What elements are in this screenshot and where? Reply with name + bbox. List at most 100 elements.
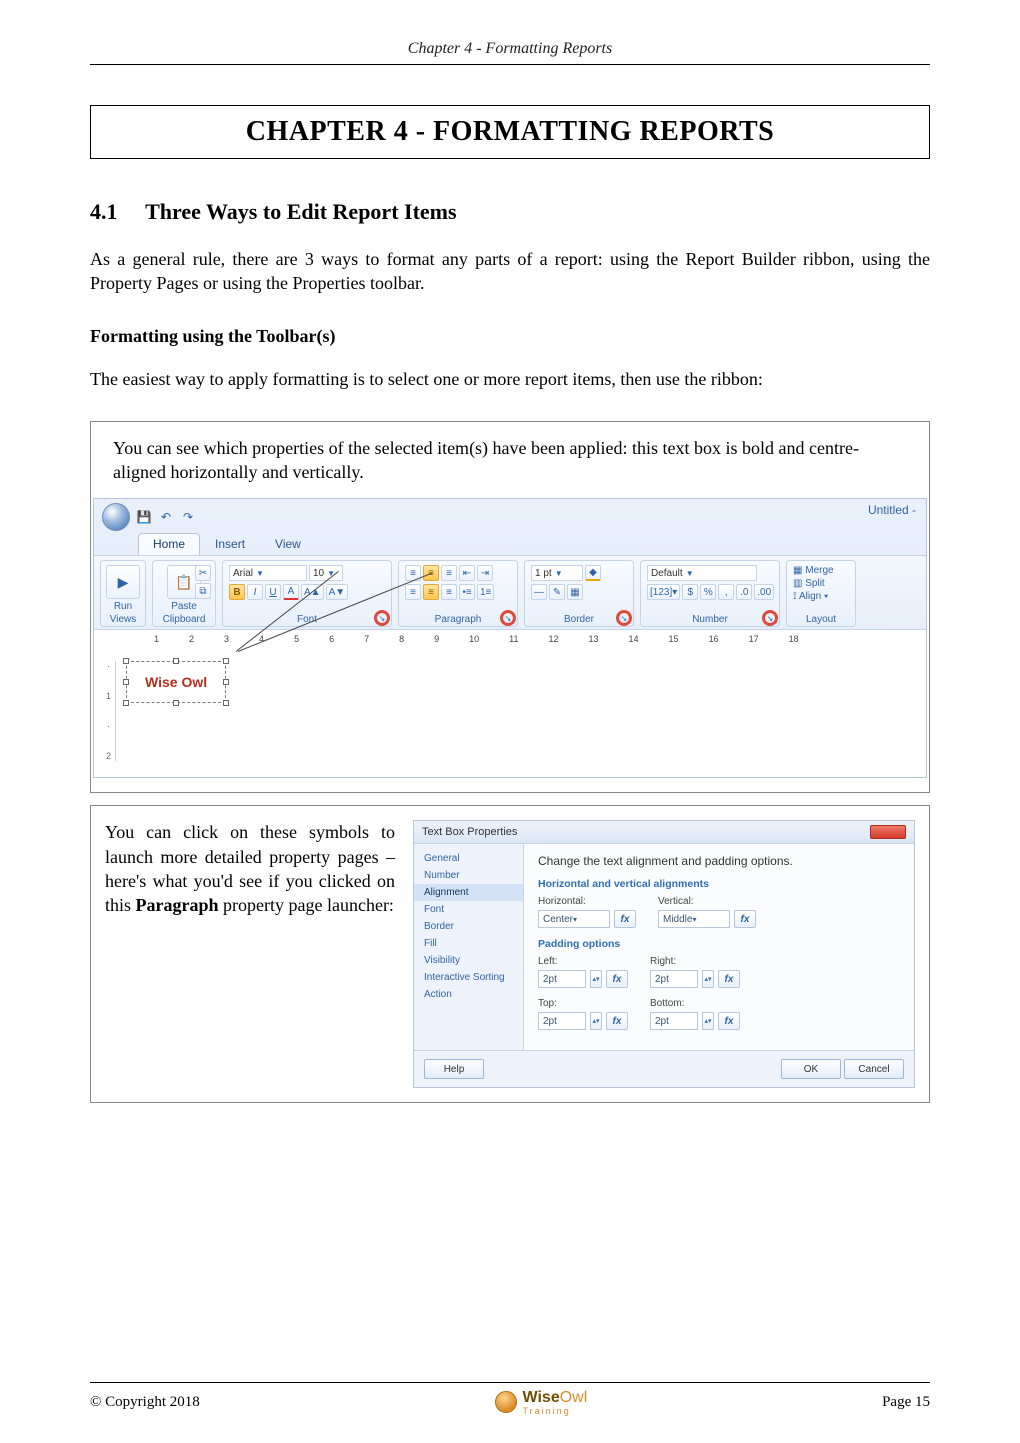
nav-general[interactable]: General: [414, 850, 523, 867]
logo-text-owl: Owl: [560, 1389, 588, 1406]
bold-button[interactable]: B: [229, 584, 245, 600]
pad-left-fx-button[interactable]: fx: [606, 970, 628, 988]
group-clipboard: 📋 Paste ✂ ⧉ Clipboard: [152, 560, 216, 627]
redo-icon[interactable]: ↷: [180, 509, 196, 525]
tab-home[interactable]: Home: [138, 533, 200, 555]
pad-top-label: Top:: [538, 998, 628, 1009]
number-format-combo[interactable]: Default▼: [647, 565, 757, 581]
pad-bottom-spinner[interactable]: ▴▾: [702, 1012, 714, 1030]
pad-right-input[interactable]: 2pt: [650, 970, 698, 988]
section-intro: As a general rule, there are 3 ways to f…: [90, 247, 930, 296]
pad-right-label: Right:: [650, 956, 740, 967]
indent-button[interactable]: ⇥: [477, 565, 493, 581]
nav-fill[interactable]: Fill: [414, 935, 523, 952]
dialog-main: Change the text alignment and padding op…: [524, 844, 914, 1050]
numbering-button[interactable]: 1≡: [477, 584, 494, 600]
number-launcher[interactable]: ↘: [764, 612, 776, 624]
save-icon[interactable]: 💾: [136, 509, 152, 525]
pad-top-spinner[interactable]: ▴▾: [590, 1012, 602, 1030]
subsection-heading: Formatting using the Toolbar(s): [90, 326, 930, 347]
pad-bottom-fx-button[interactable]: fx: [718, 1012, 740, 1030]
run-button[interactable]: ▶: [106, 565, 140, 599]
font-launcher[interactable]: ↘: [376, 612, 388, 624]
halign-combo[interactable]: Center ▾: [538, 910, 610, 928]
font-name-combo[interactable]: Arial▼: [229, 565, 307, 581]
ribbon: 💾 ↶ ↷ Untitled - Home Insert View ▶ Run …: [93, 498, 927, 778]
placeholder-button[interactable]: [123]▾: [647, 584, 680, 600]
pad-left-input[interactable]: 2pt: [538, 970, 586, 988]
selected-textbox[interactable]: Wise Owl: [126, 661, 226, 703]
number-format-value: Default: [651, 568, 683, 579]
dialog-title: Text Box Properties: [422, 826, 517, 838]
inc-decimal-button[interactable]: .0: [736, 584, 752, 600]
italic-button[interactable]: I: [247, 584, 263, 600]
subsection-lead: The easiest way to apply formatting is t…: [90, 367, 930, 391]
pad-top-input[interactable]: 2pt: [538, 1012, 586, 1030]
undo-icon[interactable]: ↶: [158, 509, 174, 525]
nav-number[interactable]: Number: [414, 867, 523, 884]
chapter-title-box: CHAPTER 4 - FORMATTING REPORTS: [90, 105, 930, 159]
pad-left-spinner[interactable]: ▴▾: [590, 970, 602, 988]
nav-visibility[interactable]: Visibility: [414, 952, 523, 969]
copy-icon[interactable]: ⧉: [195, 583, 211, 599]
bullets-button[interactable]: •≡: [459, 584, 475, 600]
split-button[interactable]: ▥ Split: [793, 578, 834, 589]
currency-button[interactable]: $: [682, 584, 698, 600]
chapter-title: CHAPTER 4 - FORMATTING REPORTS: [91, 116, 929, 148]
border-launcher[interactable]: ↘: [618, 612, 630, 624]
cut-icon[interactable]: ✂: [195, 565, 211, 581]
merge-button[interactable]: ▦ Merge: [793, 565, 834, 576]
nav-interactive-sorting[interactable]: Interactive Sorting: [414, 969, 523, 986]
pad-bottom-input[interactable]: 2pt: [650, 1012, 698, 1030]
group-clipboard-label: Clipboard: [163, 614, 206, 625]
dialog-nav: General Number Alignment Font Border Fil…: [414, 844, 524, 1050]
nav-border[interactable]: Border: [414, 918, 523, 935]
dec-decimal-button[interactable]: .00: [754, 584, 774, 600]
border-style-button[interactable]: —: [531, 584, 547, 600]
pad-right-fx-button[interactable]: fx: [718, 970, 740, 988]
valign-combo[interactable]: Middle ▾: [658, 910, 730, 928]
pad-right-spinner[interactable]: ▴▾: [702, 970, 714, 988]
page-number: Page 15: [882, 1394, 930, 1411]
comma-button[interactable]: ,: [718, 584, 734, 600]
align-menu-button[interactable]: ⟟ Align ▾: [793, 591, 834, 602]
dialog-heading: Change the text alignment and padding op…: [538, 854, 900, 868]
align-center-button[interactable]: ≡: [423, 584, 439, 600]
tab-view[interactable]: View: [260, 533, 316, 555]
group-border-label: Border: [564, 614, 594, 625]
close-icon[interactable]: [870, 825, 906, 839]
font-name-value: Arial: [233, 568, 253, 579]
help-button[interactable]: Help: [424, 1059, 484, 1079]
pad-top-fx-button[interactable]: fx: [606, 1012, 628, 1030]
font-size-value: 10: [313, 568, 324, 579]
halign-fx-button[interactable]: fx: [614, 910, 636, 928]
paste-label: Paste: [171, 601, 197, 612]
border-color-button[interactable]: ◆: [585, 565, 601, 581]
align-left-button[interactable]: ≡: [405, 584, 421, 600]
border-width-combo[interactable]: 1 pt▼: [531, 565, 583, 581]
shrink-font-button[interactable]: A▼: [326, 584, 349, 600]
underline-button[interactable]: U: [265, 584, 281, 600]
valign-label: Vertical:: [658, 896, 756, 907]
ok-button[interactable]: OK: [781, 1059, 841, 1079]
group-number: Default▼ [123]▾ $ % , .0 .00 ↘ Number: [640, 560, 780, 627]
tab-insert[interactable]: Insert: [200, 533, 260, 555]
group-views-label: Views: [110, 614, 137, 625]
nav-font[interactable]: Font: [414, 901, 523, 918]
align-bottom-button[interactable]: ≡: [441, 565, 457, 581]
percent-button[interactable]: %: [700, 584, 716, 600]
border-preset-button[interactable]: ▦: [567, 584, 583, 600]
horizontal-ruler: 123 456 789 101112 131415 161718: [94, 629, 926, 647]
font-color-button[interactable]: A: [283, 584, 299, 600]
outdent-button[interactable]: ⇤: [459, 565, 475, 581]
border-pen-button[interactable]: ✎: [549, 584, 565, 600]
cancel-button[interactable]: Cancel: [844, 1059, 904, 1079]
valign-fx-button[interactable]: fx: [734, 910, 756, 928]
pad-left-label: Left:: [538, 956, 628, 967]
group-layout-label: Layout: [806, 614, 836, 625]
nav-alignment[interactable]: Alignment: [414, 884, 523, 901]
nav-action[interactable]: Action: [414, 986, 523, 1003]
paragraph-launcher[interactable]: ↘: [502, 612, 514, 624]
app-orb-icon[interactable]: [102, 503, 130, 531]
align-right-button[interactable]: ≡: [441, 584, 457, 600]
